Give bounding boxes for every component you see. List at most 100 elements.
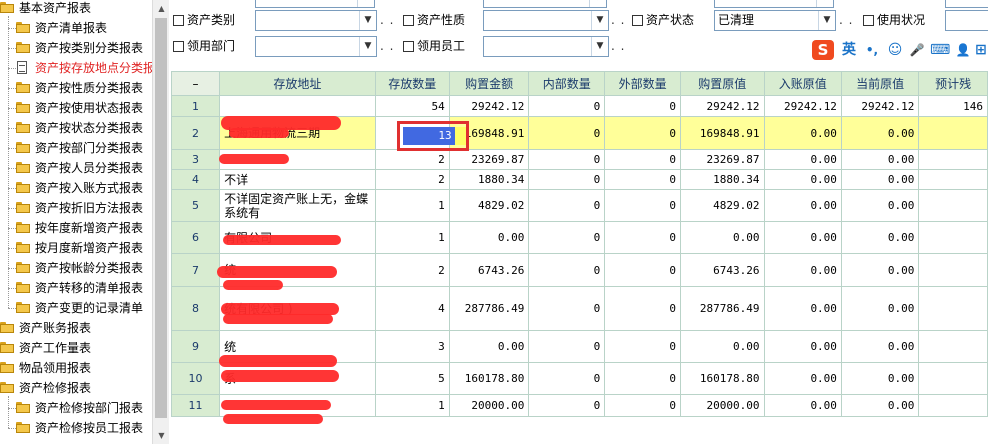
filter-input-top-3[interactable]: ▼ <box>714 0 834 8</box>
cell-current-value[interactable]: 0.00 <box>840 149 920 170</box>
checkbox[interactable] <box>403 41 414 52</box>
cell-qty[interactable]: 1 <box>374 189 450 222</box>
selected-cell-value[interactable]: 13 <box>402 127 455 145</box>
scroll-down-arrow[interactable]: ▼ <box>153 427 170 444</box>
filter-asset-category[interactable]: 资产类别 <box>173 10 235 30</box>
cell-current-value[interactable]: 0.00 <box>840 116 920 150</box>
cell-entry-value[interactable]: 0.00 <box>763 189 842 222</box>
cell-current-value[interactable]: 0.00 <box>840 169 920 190</box>
cell-external-qty[interactable]: 0 <box>604 362 682 395</box>
asset-category-select[interactable]: ▼ <box>255 10 377 31</box>
row-number[interactable]: 9 <box>170 330 221 363</box>
cell-internal-qty[interactable]: 0 <box>528 253 606 287</box>
dept-select[interactable]: ▼ <box>255 36 377 57</box>
cell-residual[interactable] <box>918 221 988 254</box>
tree-item[interactable]: 资产按折旧方法报表 <box>0 198 143 218</box>
cell-residual[interactable] <box>918 189 988 222</box>
tree-item[interactable]: 资产检修按部门报表 <box>0 398 143 418</box>
row-number[interactable]: 11 <box>170 394 221 417</box>
cell-residual[interactable] <box>918 149 988 170</box>
cell-original-value[interactable]: 0.00 <box>680 330 765 363</box>
cell-external-qty[interactable]: 0 <box>604 286 682 331</box>
scroll-up-arrow[interactable]: ▲ <box>153 0 170 17</box>
tree-item[interactable]: 资产按帐龄分类报表 <box>0 258 143 278</box>
cell-internal-qty[interactable]: 0 <box>528 286 606 331</box>
cell-residual[interactable] <box>918 394 988 417</box>
col-header-current-value[interactable]: 当前原值 <box>840 71 920 96</box>
tree-item[interactable]: 资产账务报表 <box>0 318 91 338</box>
cell-residual[interactable] <box>918 116 988 150</box>
tree-item[interactable]: 资产按状态分类报表 <box>0 118 143 138</box>
cell-original-value[interactable]: 20000.00 <box>680 394 765 417</box>
cell-current-value[interactable]: 0.00 <box>840 362 920 395</box>
filter-input-top-4[interactable] <box>945 0 988 8</box>
cell-internal-qty[interactable]: 0 <box>528 221 606 254</box>
col-header-entry-value[interactable]: 入账原值 <box>763 71 842 96</box>
tree-item[interactable]: 基本资产报表 <box>0 0 91 18</box>
tree-item[interactable]: 资产按人员分类报表 <box>0 158 143 178</box>
col-header-qty[interactable]: 存放数量 <box>374 71 450 96</box>
cell-internal-qty[interactable]: 0 <box>528 149 606 170</box>
sogou-logo-icon[interactable]: S <box>812 40 834 60</box>
cell-amount[interactable]: 6743.26 <box>448 253 530 287</box>
cell-qty[interactable]: 13 <box>374 116 469 151</box>
col-header-amount[interactable]: 购置金额 <box>448 71 530 96</box>
cell-amount[interactable]: 20000.00 <box>448 394 530 417</box>
filter-asset-status[interactable]: 资产状态 <box>632 10 694 30</box>
row-number[interactable]: 3 <box>170 149 221 170</box>
report-tree[interactable]: 基本资产报表资产清单报表资产按类别分类报表资产按存放地点分类报表资产按性质分类报… <box>0 0 152 444</box>
cell-entry-value[interactable]: 0.00 <box>763 253 842 287</box>
cell-address[interactable] <box>219 95 376 117</box>
tree-item[interactable]: 资产变更的记录清单 <box>0 298 143 318</box>
cell-qty[interactable]: 1 <box>374 221 450 254</box>
cell-current-value[interactable]: 29242.12 <box>840 95 920 117</box>
tree-item[interactable]: 资产转移的清单报表 <box>0 278 143 298</box>
cell-internal-qty[interactable]: 0 <box>528 362 606 395</box>
scroll-thumb[interactable] <box>155 18 167 418</box>
tree-item[interactable]: 资产按存放地点分类报表 <box>0 58 152 78</box>
cell-residual[interactable] <box>918 362 988 395</box>
col-header-address[interactable]: 存放地址 <box>219 71 376 96</box>
cell-external-qty[interactable]: 0 <box>604 221 682 254</box>
cell-original-value[interactable]: 23269.87 <box>680 149 765 170</box>
cell-internal-qty[interactable]: 0 <box>528 330 606 363</box>
cell-current-value[interactable]: 0.00 <box>840 394 920 417</box>
cell-current-value[interactable]: 0.00 <box>840 189 920 222</box>
checkbox[interactable] <box>863 15 874 26</box>
cell-address[interactable]: 不详 <box>219 169 376 190</box>
table-row[interactable]: 4 不详 2 1880.34 0 0 1880.34 0.00 0.00 <box>170 169 988 190</box>
cell-entry-value[interactable]: 0.00 <box>763 394 842 417</box>
cell-qty[interactable]: 2 <box>374 149 450 170</box>
filter-employee[interactable]: 领用员工 <box>403 36 465 56</box>
col-header-original-value[interactable]: 购置原值 <box>680 71 765 96</box>
cell-residual[interactable] <box>918 286 988 331</box>
asset-nature-select[interactable]: ▼ <box>483 10 609 31</box>
tree-item[interactable]: 资产检修报表 <box>0 378 91 398</box>
checkbox[interactable] <box>173 41 184 52</box>
cell-external-qty[interactable]: 0 <box>604 330 682 363</box>
cell-entry-value[interactable]: 0.00 <box>763 362 842 395</box>
cell-qty[interactable]: 2 <box>374 169 450 190</box>
cell-amount[interactable]: 0.00 <box>448 330 530 363</box>
cell-amount[interactable]: 4829.02 <box>448 189 530 222</box>
cell-original-value[interactable]: 160178.80 <box>680 362 765 395</box>
cell-entry-value[interactable]: 0.00 <box>763 149 842 170</box>
tree-item[interactable]: 资产按使用状态报表 <box>0 98 143 118</box>
cell-amount[interactable]: 23269.87 <box>448 149 530 170</box>
checkbox[interactable] <box>632 15 643 26</box>
row-number[interactable]: 2 <box>170 116 221 150</box>
tree-item[interactable]: 资产工作量表 <box>0 338 91 358</box>
emoji-icon[interactable]: ☺ <box>886 40 904 60</box>
employee-select[interactable]: ▼ <box>483 36 609 57</box>
checkbox[interactable] <box>173 15 184 26</box>
cell-current-value[interactable]: 0.00 <box>840 253 920 287</box>
row-number[interactable]: 1 <box>170 95 221 117</box>
filter-asset-nature[interactable]: 资产性质 <box>403 10 465 30</box>
table-row[interactable]: 1 54 29242.12 0 0 29242.12 29242.12 29242.12 146 <box>170 95 988 117</box>
cell-internal-qty[interactable]: 0 <box>528 189 606 222</box>
cell-current-value[interactable]: 0.00 <box>840 221 920 254</box>
cell-qty[interactable]: 54 <box>374 95 450 117</box>
cell-external-qty[interactable]: 0 <box>604 149 682 170</box>
cell-qty[interactable]: 3 <box>374 330 450 363</box>
col-header-external-qty[interactable]: 外部数量 <box>604 71 682 96</box>
